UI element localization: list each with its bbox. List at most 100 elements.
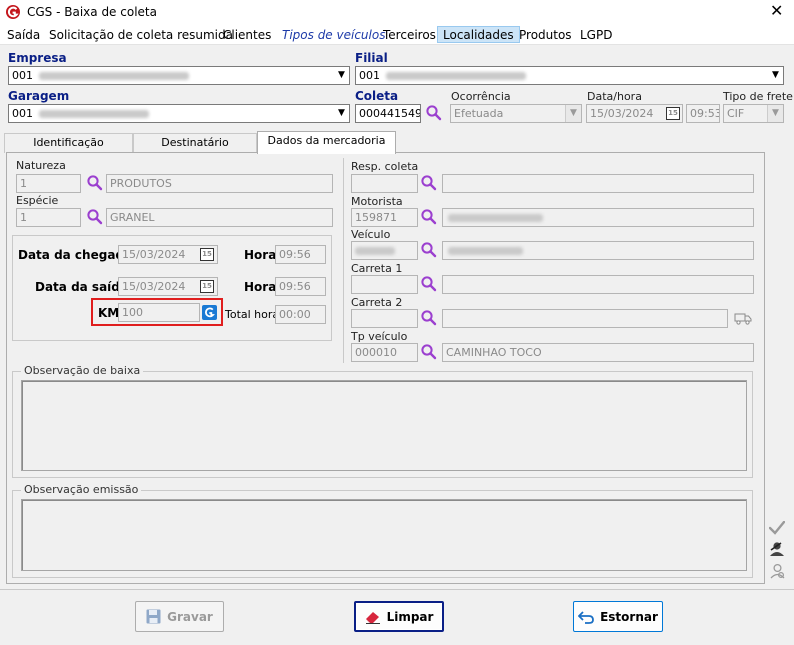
hora-saida-label: Hora — [244, 280, 277, 294]
search-icon[interactable] — [420, 208, 438, 226]
garagem-value: 001 — [12, 107, 33, 120]
reverse-button[interactable]: Estornar — [573, 601, 663, 632]
data-saida-value: 15/03/2024 — [122, 280, 186, 293]
menu-item-clientes[interactable]: Clientes — [218, 27, 276, 44]
tp-veiculo-label: Tp veículo — [351, 330, 408, 343]
empresa-select[interactable]: 001 ▼ — [8, 66, 350, 85]
search-icon[interactable] — [425, 104, 443, 122]
tp-veiculo-desc: CAMINHAO TOCO — [446, 346, 542, 359]
menu-item-tipos-veiculos[interactable]: Tipos de veículos — [277, 27, 390, 44]
tp-veiculo-code-input[interactable]: 000010 — [351, 343, 418, 362]
tipo-frete-value: CIF — [727, 107, 745, 120]
menu-item-localidades[interactable]: Localidades — [437, 26, 520, 43]
coleta-value: 000441549 — [359, 107, 421, 120]
veiculo-code-input[interactable] — [351, 241, 418, 260]
menu-item-produtos[interactable]: Produtos — [514, 27, 577, 44]
user-settings-icon[interactable] — [769, 563, 786, 580]
coleta-label: Coleta — [355, 89, 399, 103]
calendar-icon[interactable]: 15 — [200, 248, 214, 261]
motorista-name-input[interactable] — [442, 208, 754, 227]
hora-value: 09:53 — [690, 107, 720, 120]
motorista-code-input[interactable]: 159871 — [351, 208, 418, 227]
tab-dados-mercadoria[interactable]: Dados da mercadoria — [257, 131, 396, 154]
tab-destinatario[interactable]: Destinatário — [133, 133, 257, 153]
ocorrencia-label: Ocorrência — [451, 90, 511, 103]
chevron-down-icon[interactable]: ▼ — [767, 105, 783, 122]
search-icon[interactable] — [420, 275, 438, 293]
truck-icon[interactable] — [734, 311, 752, 326]
carreta2-code-input[interactable] — [351, 309, 418, 328]
data-value: 15/03/2024 — [590, 107, 654, 120]
tab-label: Dados da mercadoria — [267, 134, 386, 147]
empresa-label: Empresa — [8, 51, 67, 65]
tab-label: Destinatário — [161, 136, 229, 149]
resp-coleta-code-input[interactable] — [351, 174, 418, 193]
total-hora-input[interactable]: 00:00 — [275, 305, 326, 324]
data-chegada-input[interactable]: 15/03/2024 15 — [118, 245, 218, 264]
coleta-input[interactable]: 000441549 — [355, 104, 421, 123]
natureza-label: Natureza — [16, 159, 66, 172]
tipo-frete-select[interactable]: CIF ▼ — [723, 104, 784, 123]
filial-select[interactable]: 001 ▼ — [355, 66, 784, 85]
search-icon[interactable] — [86, 174, 104, 192]
natureza-desc-input[interactable]: PRODUTOS — [106, 174, 333, 193]
search-icon[interactable] — [420, 309, 438, 327]
chevron-down-icon[interactable]: ▼ — [767, 67, 783, 84]
datahora-label: Data/hora — [587, 90, 642, 103]
tp-veiculo-code: 000010 — [355, 346, 397, 359]
especie-code-input[interactable]: 1 — [16, 208, 81, 227]
menu-item-lgpd[interactable]: LGPD — [575, 27, 617, 44]
floppy-disk-icon — [146, 609, 161, 624]
garagem-label: Garagem — [8, 89, 70, 103]
save-button[interactable]: Gravar — [135, 601, 224, 632]
clear-button-label: Limpar — [386, 609, 434, 624]
motorista-code: 159871 — [355, 211, 397, 224]
menu-item-solicitacao[interactable]: Solicitação de coleta resumida — [44, 27, 238, 44]
tab-identificacao[interactable]: Identificação — [4, 133, 133, 153]
resp-coleta-desc-input[interactable] — [442, 174, 754, 193]
hora-input[interactable]: 09:53 — [686, 104, 720, 123]
calculator-g-icon[interactable] — [202, 305, 217, 320]
natureza-code-input[interactable]: 1 — [16, 174, 81, 193]
hora-chegada-input[interactable]: 09:56 — [275, 245, 326, 264]
garagem-select[interactable]: 001 ▼ — [8, 104, 350, 123]
total-hora-label: Total hora — [225, 308, 280, 321]
undo-arrow-icon — [578, 610, 594, 624]
clear-button[interactable]: Limpar — [354, 601, 444, 632]
hora-chegada-label: Hora — [244, 248, 277, 262]
hora-saida-input[interactable]: 09:56 — [275, 277, 326, 296]
total-hora-value: 00:00 — [279, 308, 311, 321]
obs-emissao-textarea[interactable] — [21, 499, 747, 571]
tp-veiculo-desc-input[interactable]: CAMINHAO TOCO — [442, 343, 754, 362]
check-icon[interactable] — [769, 521, 785, 535]
menu-item-saida[interactable]: Saída — [2, 27, 45, 44]
search-icon[interactable] — [420, 343, 438, 361]
chevron-down-icon[interactable]: ▼ — [333, 105, 349, 122]
close-icon[interactable]: ✕ — [770, 2, 783, 20]
chevron-down-icon[interactable]: ▼ — [333, 67, 349, 84]
natureza-code: 1 — [20, 177, 27, 190]
search-icon[interactable] — [420, 174, 438, 192]
calendar-icon[interactable]: 15 — [666, 107, 680, 120]
especie-desc-input[interactable]: GRANEL — [106, 208, 333, 227]
carreta1-code-input[interactable] — [351, 275, 418, 294]
natureza-desc: PRODUTOS — [110, 177, 172, 190]
reverse-button-label: Estornar — [600, 609, 658, 624]
user-edit-icon[interactable] — [768, 541, 786, 557]
carreta1-desc-input[interactable] — [442, 275, 754, 294]
km-input[interactable]: 100 — [118, 303, 200, 322]
calendar-icon[interactable]: 15 — [200, 280, 214, 293]
obs-baixa-textarea[interactable] — [21, 380, 747, 471]
data-input[interactable]: 15/03/2024 15 — [586, 104, 683, 123]
veiculo-desc-input[interactable] — [442, 241, 754, 260]
carreta2-desc-input[interactable] — [442, 309, 728, 328]
ocorrencia-select[interactable]: Efetuada ▼ — [450, 104, 582, 123]
menu-item-terceiros[interactable]: Terceiros — [378, 27, 441, 44]
chevron-down-icon[interactable]: ▼ — [565, 105, 581, 122]
data-saida-input[interactable]: 15/03/2024 15 — [118, 277, 218, 296]
search-icon[interactable] — [420, 241, 438, 259]
veiculo-label: Veículo — [351, 228, 391, 241]
tipo-frete-label: Tipo de frete — [723, 90, 793, 103]
obs-emissao-label: Observação emissão — [21, 483, 142, 496]
search-icon[interactable] — [86, 208, 104, 226]
